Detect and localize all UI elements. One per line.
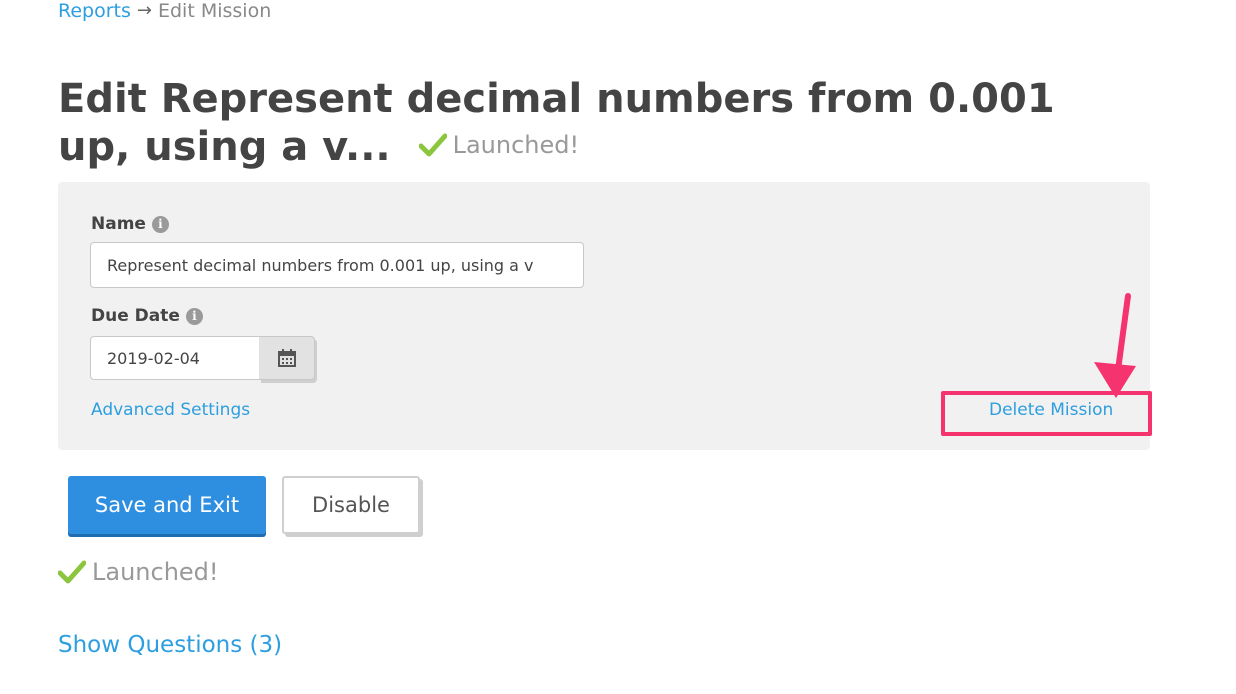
check-icon <box>418 133 447 157</box>
title-status-badge: Launched! <box>418 122 580 168</box>
info-icon[interactable]: i <box>151 215 169 233</box>
launched-status: Launched! <box>58 558 219 586</box>
name-label-text: Name <box>91 214 146 234</box>
arrow-icon <box>1094 293 1136 398</box>
breadcrumb: Reports → Edit Mission <box>58 0 271 24</box>
breadcrumb-current: Edit Mission <box>157 0 272 22</box>
show-questions-link[interactable]: Show Questions (3) <box>58 632 282 658</box>
breadcrumb-separator: → <box>136 0 152 21</box>
due-date-input[interactable] <box>90 336 260 380</box>
check-icon <box>58 560 86 584</box>
title-status-text: Launched! <box>452 131 580 159</box>
breadcrumb-reports-link[interactable]: Reports <box>58 0 131 24</box>
launched-status-text: Launched! <box>92 558 219 586</box>
info-icon[interactable]: i <box>185 307 203 325</box>
due-date-label-text: Due Date <box>91 306 180 326</box>
due-date-label: Due Date i <box>91 306 203 326</box>
calendar-icon <box>277 349 296 367</box>
name-label: Name i <box>91 214 169 234</box>
calendar-button[interactable] <box>259 336 315 380</box>
page-title: Edit Represent decimal numbers from 0.00… <box>58 76 1118 170</box>
name-input[interactable] <box>90 242 584 288</box>
page: Reports → Edit Mission Edit Represent de… <box>0 0 1236 694</box>
save-and-exit-button[interactable]: Save and Exit <box>68 476 266 534</box>
disable-button[interactable]: Disable <box>282 476 420 534</box>
advanced-settings-link[interactable]: Advanced Settings <box>91 400 250 420</box>
